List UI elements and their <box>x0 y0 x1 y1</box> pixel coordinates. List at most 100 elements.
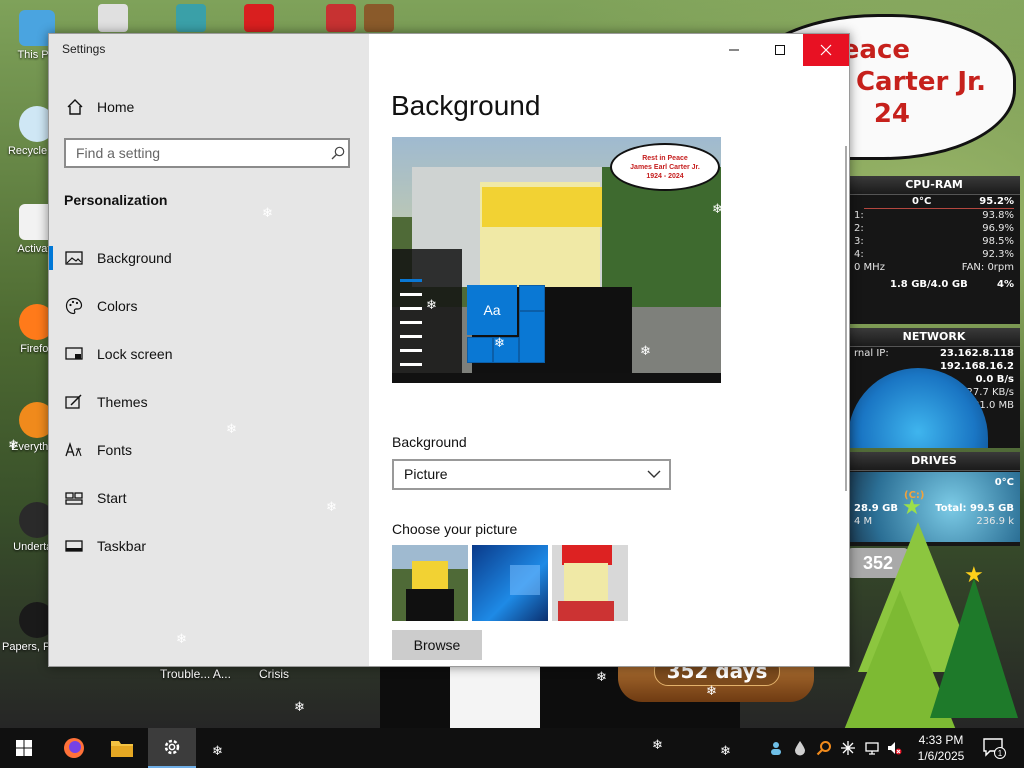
star-icon: ★ <box>902 494 922 519</box>
star-icon: ★ <box>964 562 984 587</box>
desktop-caption[interactable]: Crisis <box>259 667 289 681</box>
sidebar-item-label: Taskbar <box>97 538 147 554</box>
notification-count: 1 <box>998 749 1003 758</box>
close-button[interactable] <box>803 34 849 66</box>
snowflake-icon: ❄ <box>326 499 337 514</box>
taskbar-settings[interactable] <box>148 728 196 768</box>
section-heading: Personalization <box>64 192 168 208</box>
snowflake-icon: ❄ <box>212 743 223 758</box>
firefox-icon <box>64 738 84 758</box>
preview-cloud-line: Rest in Peace <box>642 154 688 162</box>
preview-tile <box>467 337 493 363</box>
windows-start-icon <box>16 740 32 756</box>
notification-icon: 1 <box>983 738 1006 759</box>
tray-search-icon[interactable] <box>814 738 834 758</box>
gadget-title: CPU-RAM <box>848 176 1020 195</box>
cpu-core-row: 3: 98.5% <box>848 235 1020 248</box>
choose-picture-label: Choose your picture <box>392 521 518 537</box>
sidebar-item-start[interactable]: Start <box>49 478 369 518</box>
desktop-app-icon[interactable] <box>176 4 206 32</box>
search-input[interactable] <box>64 138 350 168</box>
start-button[interactable] <box>0 728 48 768</box>
thumb-windows-logo <box>510 565 540 595</box>
taskbar-clock[interactable]: 4:33 PM 1/6/2025 <box>910 732 972 764</box>
volume-muted-icon <box>888 742 902 755</box>
cpu-total: 95.2% <box>979 196 1014 207</box>
tray-brightness-icon[interactable] <box>838 738 858 758</box>
cpu-total-row: 0°C 95.2% <box>848 195 1020 208</box>
picture-thumbnail[interactable] <box>392 545 468 621</box>
thumb-suit <box>406 589 454 621</box>
sidebar-item-label: Themes <box>97 394 148 410</box>
search-icon[interactable] <box>331 146 345 160</box>
santa-icon[interactable] <box>326 4 356 32</box>
thumb-face <box>564 563 608 603</box>
tray-volume-icon[interactable] <box>884 738 904 758</box>
sidebar-item-themes[interactable]: Themes <box>49 382 369 422</box>
christmas-tree <box>930 578 1018 718</box>
magnifier-icon <box>816 741 831 756</box>
desktop-caption[interactable]: Trouble... A... <box>160 667 231 681</box>
preview-list-line <box>400 349 422 352</box>
desktop-app-icon[interactable] <box>98 4 128 32</box>
mcdonalds-icon[interactable] <box>244 4 274 32</box>
home-link[interactable]: Home <box>65 96 134 118</box>
cpu-ram-gadget[interactable]: CPU-RAM 0°C 95.2% 1: 93.8% 2: 96.9% 3: 98.5… <box>848 176 1020 324</box>
themes-icon <box>65 394 82 409</box>
tray-drop-icon[interactable] <box>790 738 810 758</box>
snowflake-icon: ❄ <box>494 335 505 350</box>
sun-icon <box>841 741 855 755</box>
background-type-select[interactable]: Picture <box>392 459 671 490</box>
preview-taskbar <box>392 373 721 383</box>
snowflake-icon: ❄ <box>226 421 237 436</box>
action-center-button[interactable]: 1 <box>982 737 1006 759</box>
gadget-title: NETWORK <box>848 328 1020 347</box>
picture-thumbnail[interactable] <box>552 545 628 621</box>
droplet-icon <box>795 741 805 756</box>
sidebar-item-colors[interactable]: Colors <box>49 286 369 326</box>
network-external-row: rnal IP: 23.162.8.118 <box>848 347 1020 360</box>
drive-write: 236.9 k <box>976 516 1014 527</box>
sidebar-item-fonts[interactable]: Fonts <box>49 430 369 470</box>
network-speed: 0.0 B/s <box>975 374 1014 385</box>
sidebar-item-label: Background <box>97 250 172 266</box>
preview-tile <box>519 285 545 311</box>
clock-date: 1/6/2025 <box>917 749 965 763</box>
folder-icon <box>111 741 133 757</box>
sidebar-item-background[interactable]: Background <box>49 238 369 278</box>
cpu-fan: FAN: 0rpm <box>961 262 1014 273</box>
ram-percent: 4% <box>997 279 1014 290</box>
snowflake-icon: ❄ <box>426 297 437 312</box>
taskbar-firefox[interactable] <box>50 728 98 768</box>
maximize-button[interactable] <box>757 34 803 66</box>
external-ip: 23.162.8.118 <box>939 348 1014 359</box>
settings-main: Background Rest in Peace James Earl Cart… <box>369 34 849 666</box>
core-value: 93.8% <box>982 210 1014 221</box>
drive-total: Total: 99.5 GB <box>935 503 1014 514</box>
picture-thumbnail[interactable] <box>472 545 548 621</box>
maximize-icon <box>775 45 785 55</box>
cpu-freq-row: 0 MHz FAN: 0rpm <box>848 261 1020 274</box>
reindeer-icon[interactable] <box>364 4 394 32</box>
tray-network-icon[interactable] <box>862 738 882 758</box>
scrollbar[interactable] <box>845 146 847 491</box>
core-value: 96.9% <box>982 223 1014 234</box>
snowflake-icon: ❄ <box>176 631 187 646</box>
drives-size-row: 28.9 GB Total: 99.5 GB <box>848 502 1020 515</box>
preview-list-line <box>400 279 422 282</box>
taskbar-file-explorer[interactable] <box>98 728 146 768</box>
background-preview: Rest in Peace James Earl Carter Jr. 1924… <box>392 137 721 383</box>
snowflake-icon: ❄ <box>652 737 663 752</box>
minimize-button[interactable] <box>711 34 757 66</box>
browse-button[interactable]: Browse <box>392 630 482 660</box>
minimize-icon <box>729 49 739 51</box>
sidebar-item-label: Colors <box>97 298 138 314</box>
drives-letter-row: (C:) <box>848 489 1020 502</box>
preview-speech-cloud: Rest in Peace James Earl Carter Jr. 1924… <box>610 143 720 191</box>
sidebar-item-taskbar[interactable]: Taskbar <box>49 526 369 566</box>
lock-screen-icon <box>65 347 83 360</box>
sidebar-item-lock-screen[interactable]: Lock screen <box>49 334 369 374</box>
sidebar-item-label: Lock screen <box>97 346 173 362</box>
ram-usage: 1.8 GB/4.0 GB <box>890 279 968 290</box>
tray-person-icon[interactable] <box>766 738 786 758</box>
